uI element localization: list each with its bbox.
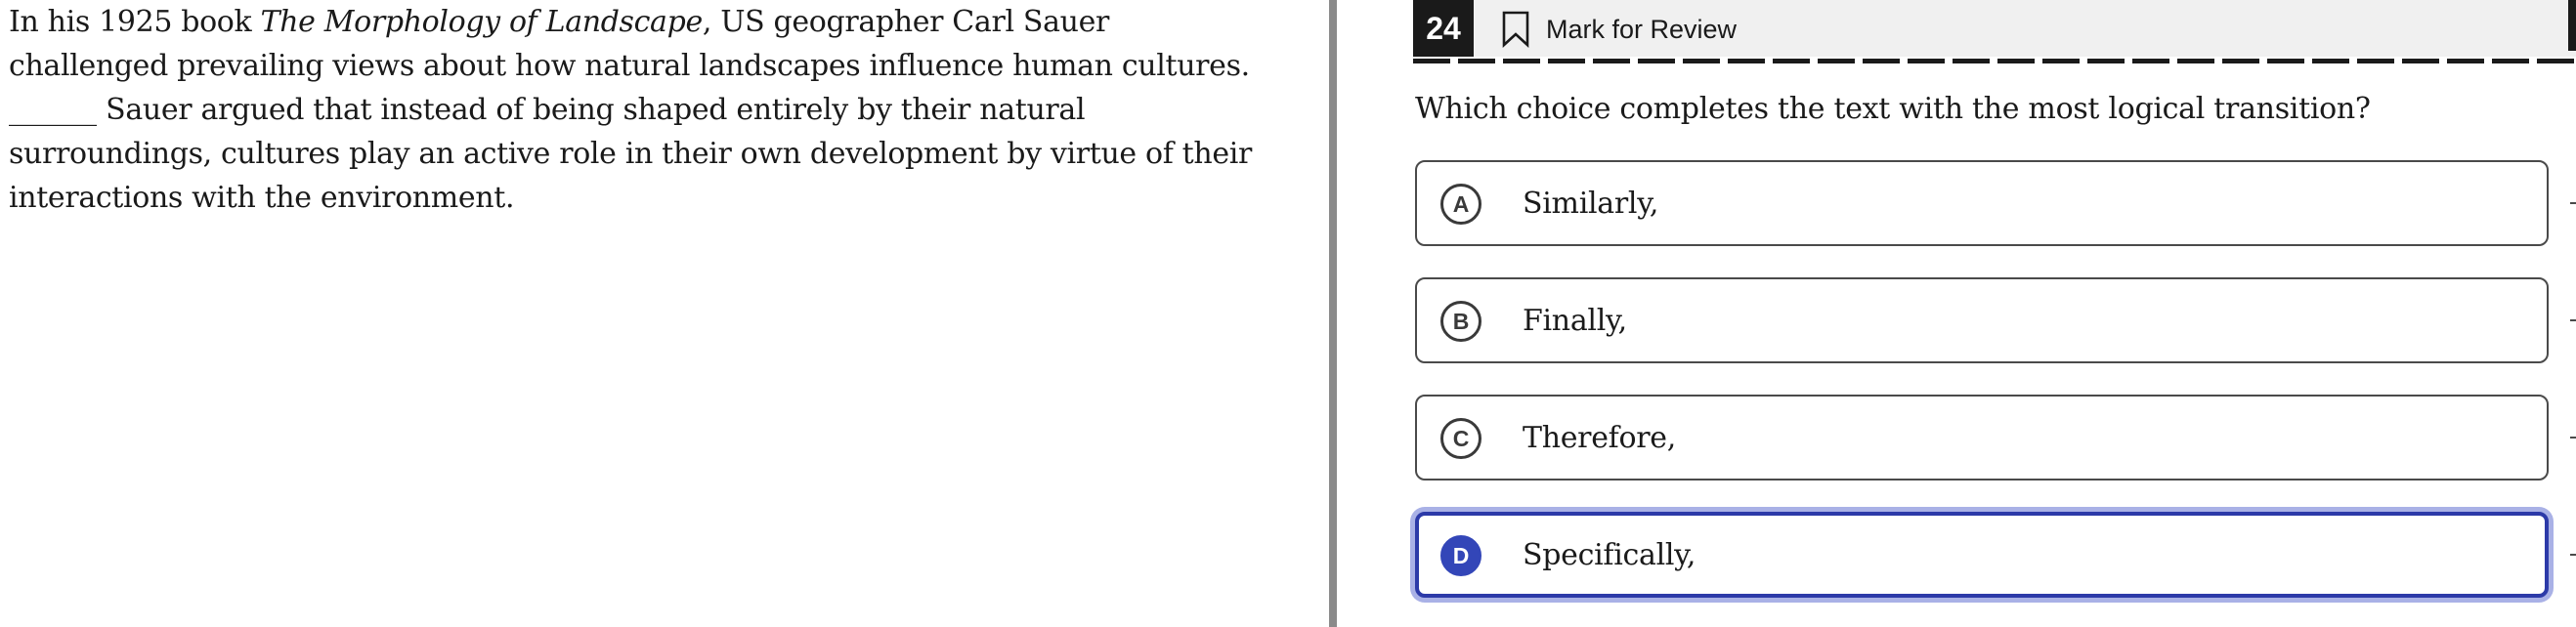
passage-segment-3: Sauer argued that instead of being shape… [9,93,1252,215]
choice-letter-c: C [1440,418,1481,459]
answer-choice-c[interactable]: C Therefore, [1415,395,2549,481]
passage-pane: In his 1925 book The Morphology of Lands… [0,0,1324,627]
strike-toggle-d[interactable] [2570,554,2576,556]
choice-letter-a: A [1440,184,1481,225]
book-title: The Morphology of Landscape [260,5,704,39]
choice-text-a: Similarly, [1523,186,1659,221]
pane-divider[interactable] [1329,0,1337,627]
header-edge [2568,0,2576,51]
choice-letter-d: D [1440,535,1481,576]
answer-choice-a[interactable]: A Similarly, [1415,160,2549,246]
strike-toggle-a[interactable] [2570,202,2576,204]
question-pane: 24 Mark for Review Which choice complete… [1337,0,2576,627]
question-prompt: Which choice completes the text with the… [1415,92,2371,126]
bookmark-icon [1502,11,1529,48]
strike-toggle-b[interactable] [2570,319,2576,321]
passage-blank: ______ [9,93,97,127]
answer-choice-b[interactable]: B Finally, [1415,277,2549,363]
passage-segment-1: In his 1925 book [9,5,261,39]
header-dashed-divider [1413,59,2576,63]
choice-text-d: Specifically, [1523,537,1696,572]
choice-text-b: Finally, [1523,303,1627,338]
passage-text: In his 1925 book The Morphology of Lands… [9,0,1269,220]
strike-toggle-c[interactable] [2570,437,2576,439]
choice-text-c: Therefore, [1523,420,1676,455]
choice-letter-b: B [1440,301,1481,342]
mark-for-review-label: Mark for Review [1546,14,1738,44]
mark-for-review-button[interactable]: Mark for Review [1501,11,1738,48]
question-header: 24 Mark for Review [1413,0,2576,57]
answer-choice-d[interactable]: D Specifically, [1415,512,2549,598]
question-number: 24 [1413,0,1474,57]
